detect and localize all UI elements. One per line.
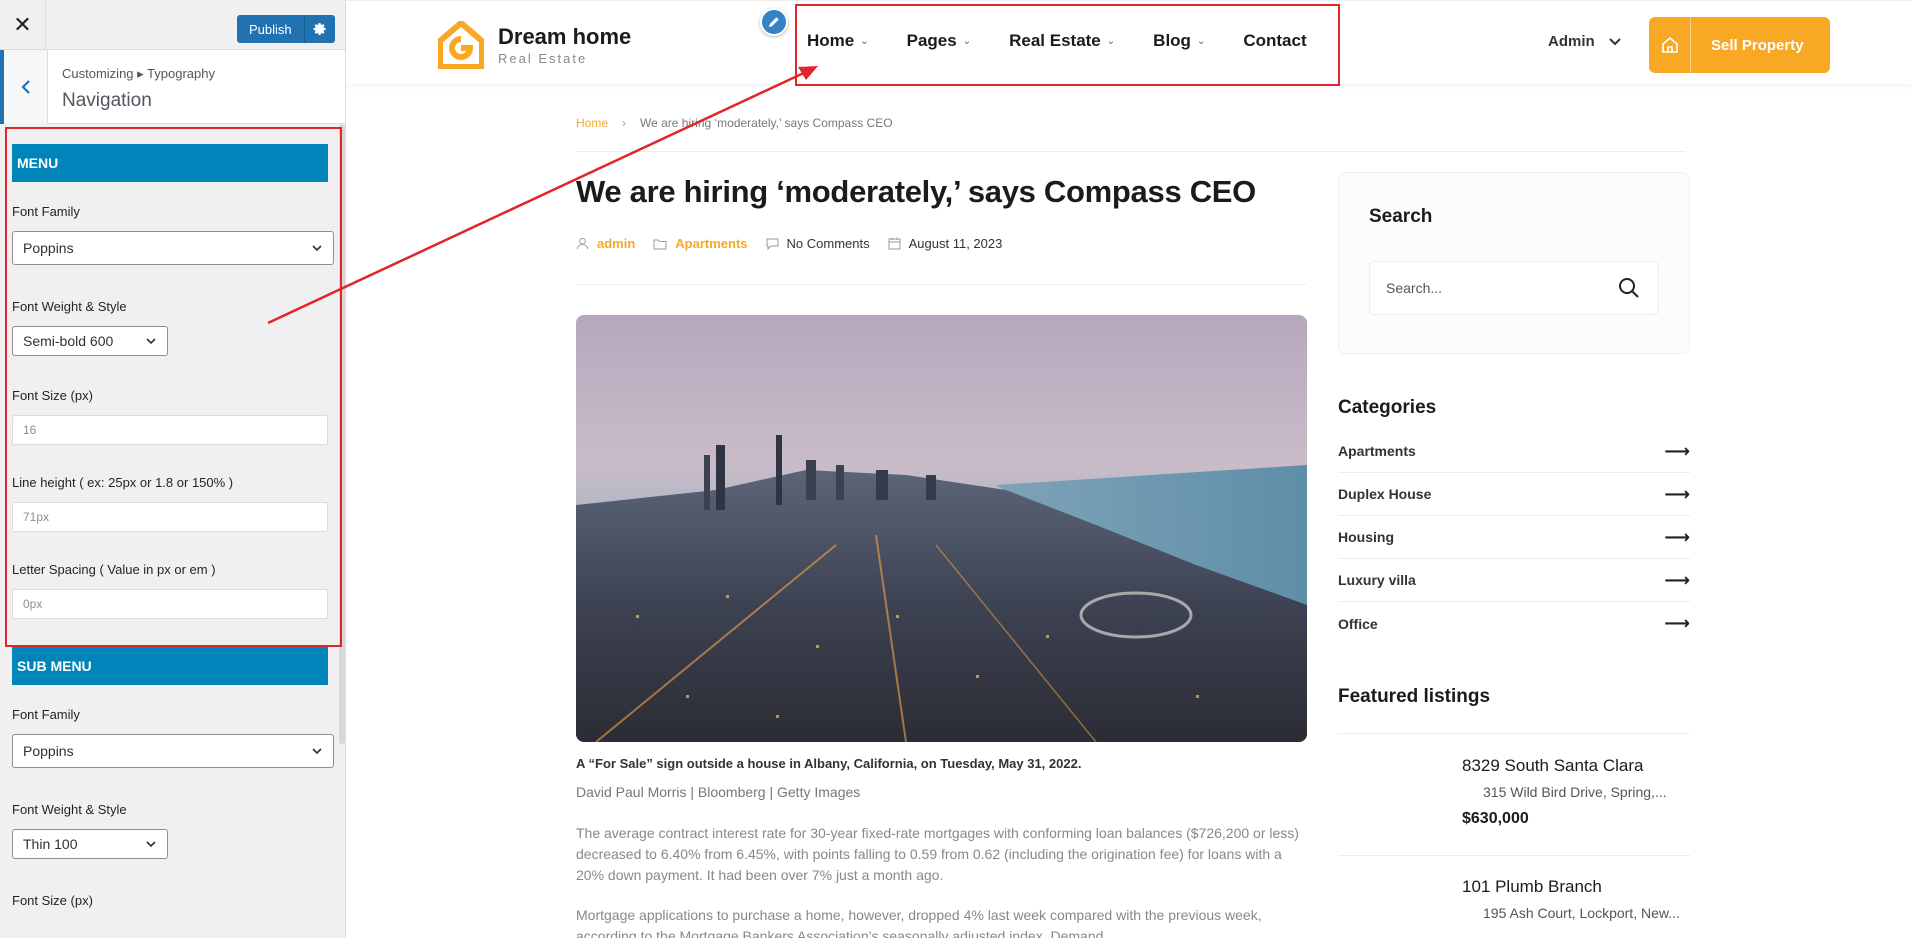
author-link[interactable]: admin <box>597 236 635 251</box>
customizer-header: ✕ Publish <box>0 0 345 50</box>
meta-comments[interactable]: No Comments <box>766 236 870 251</box>
logo-name: Dream home <box>498 23 632 49</box>
arrow-right-icon: ⟶ <box>1664 526 1690 547</box>
image-credit: David Paul Morris | Bloomberg | Getty Im… <box>576 784 861 800</box>
search-input[interactable]: Search... <box>1369 261 1659 315</box>
submenu-font-family-value: Poppins <box>23 743 74 759</box>
post-meta: admin Apartments No Comments August 11, … <box>576 236 1020 251</box>
chevron-down-icon <box>312 748 322 755</box>
featured-listings-title: Featured listings <box>1338 686 1491 707</box>
submenu-font-weight-value: Thin 100 <box>23 836 78 852</box>
category-label: Housing <box>1338 529 1394 545</box>
post-paragraph: The average contract interest rate for 3… <box>576 825 1299 883</box>
listing-address: 315 Wild Bird Drive, Spring,... <box>1483 784 1667 800</box>
breadcrumb-current: We are hiring ‘moderately,’ says Compass… <box>640 116 893 130</box>
meta-category[interactable]: Apartments <box>653 236 748 251</box>
user-icon <box>576 237 589 250</box>
divider <box>576 151 1686 152</box>
sell-property-label: Sell Property <box>1711 36 1804 54</box>
category-link[interactable]: Apartments <box>675 236 747 251</box>
chevron-down-icon <box>146 841 156 848</box>
category-label: Duplex House <box>1338 486 1432 502</box>
breadcrumb-separator: › <box>622 116 627 130</box>
divider <box>576 284 1306 285</box>
post-date: August 11, 2023 <box>908 236 1003 251</box>
publish-button-group: Publish <box>237 15 335 43</box>
breadcrumb: Home › We are hiring ‘moderately,’ says … <box>576 116 893 130</box>
admin-menu[interactable]: Admin <box>1548 33 1621 50</box>
publish-button[interactable]: Publish <box>237 15 305 43</box>
categories-list: Apartments ⟶ Duplex House ⟶ Housing ⟶ Luxur… <box>1338 430 1690 645</box>
category-label: Office <box>1338 615 1378 632</box>
annotation-highlight-nav <box>795 4 1340 86</box>
divider <box>1338 733 1690 734</box>
category-item[interactable]: Office ⟶ <box>1338 602 1690 645</box>
site-preview: Dream home Real Estate Home ⌄ Pages ⌄ Real… <box>346 0 1912 938</box>
category-item[interactable]: Duplex House ⟶ <box>1338 473 1690 516</box>
arrow-right-icon: ⟶ <box>1664 440 1690 461</box>
listing-name[interactable]: 8329 South Santa Clara <box>1462 756 1667 776</box>
comments-link[interactable]: No Comments <box>787 236 870 251</box>
submenu-font-family-select[interactable]: Poppins <box>12 734 334 768</box>
category-label: Apartments <box>1338 443 1416 459</box>
house-logo-icon <box>438 21 484 69</box>
comment-icon <box>766 238 779 250</box>
meta-author[interactable]: admin <box>576 236 635 251</box>
back-button[interactable] <box>0 50 48 124</box>
meta-date: August 11, 2023 <box>888 236 1003 251</box>
submenu-group-title: SUB MENU <box>12 647 328 685</box>
post-title: We are hiring ‘moderately,’ says Compass… <box>576 174 1256 209</box>
house-icon <box>1649 17 1691 73</box>
featured-listing[interactable]: 101 Plumb Branch 195 Ash Court, Lockport… <box>1462 877 1680 921</box>
post-paragraph: Mortgage applications to purchase a home… <box>576 907 1262 938</box>
submenu-font-weight-label: Font Weight & Style <box>12 802 127 817</box>
gear-icon[interactable] <box>304 15 335 43</box>
arrow-right-icon: ⟶ <box>1664 483 1690 504</box>
category-item[interactable]: Apartments ⟶ <box>1338 430 1690 473</box>
featured-listing[interactable]: 8329 South Santa Clara 315 Wild Bird Dri… <box>1462 756 1667 828</box>
arrow-right-icon: ⟶ <box>1664 569 1690 590</box>
section-header: Customizing ▸ Typography Navigation <box>0 50 345 124</box>
divider <box>1338 855 1690 856</box>
search-widget-title: Search <box>1369 206 1433 227</box>
submenu-font-family-label: Font Family <box>12 707 80 722</box>
section-title: Navigation <box>62 90 152 111</box>
chevron-down-icon <box>1608 37 1621 45</box>
submenu-font-size-label: Font Size (px) <box>12 893 93 908</box>
admin-label: Admin <box>1548 33 1595 50</box>
listing-price: $630,000 <box>1462 810 1529 827</box>
breadcrumb-home[interactable]: Home <box>576 116 608 130</box>
listing-name[interactable]: 101 Plumb Branch <box>1462 877 1680 897</box>
submenu-font-weight-select[interactable]: Thin 100 <box>12 829 168 859</box>
close-icon[interactable]: ✕ <box>0 0 46 50</box>
arrow-right-icon: ⟶ <box>1664 613 1690 633</box>
annotation-highlight-controls <box>5 127 342 647</box>
edit-shortcut-pencil-icon[interactable] <box>760 8 788 36</box>
customizer-breadcrumb: Customizing ▸ Typography <box>62 66 215 81</box>
calendar-icon <box>888 237 901 250</box>
post-featured-image <box>576 315 1307 742</box>
listing-address: 195 Ash Court, Lockport, New... <box>1483 905 1680 921</box>
search-icon[interactable] <box>1618 277 1640 299</box>
categories-title: Categories <box>1338 397 1437 418</box>
site-logo[interactable]: Dream home Real Estate <box>438 21 631 69</box>
logo-tagline: Real Estate <box>498 50 588 66</box>
chevron-left-icon <box>20 80 30 94</box>
image-caption: A “For Sale” sign outside a house in Alb… <box>576 756 1082 771</box>
category-label: Luxury villa <box>1338 572 1416 588</box>
folder-icon <box>653 239 667 249</box>
search-widget: Search Search... <box>1338 172 1690 354</box>
search-placeholder: Search... <box>1386 280 1443 296</box>
category-item[interactable]: Luxury villa ⟶ <box>1338 559 1690 602</box>
sell-property-button[interactable]: Sell Property <box>1649 17 1830 73</box>
category-item[interactable]: Housing ⟶ <box>1338 516 1690 559</box>
